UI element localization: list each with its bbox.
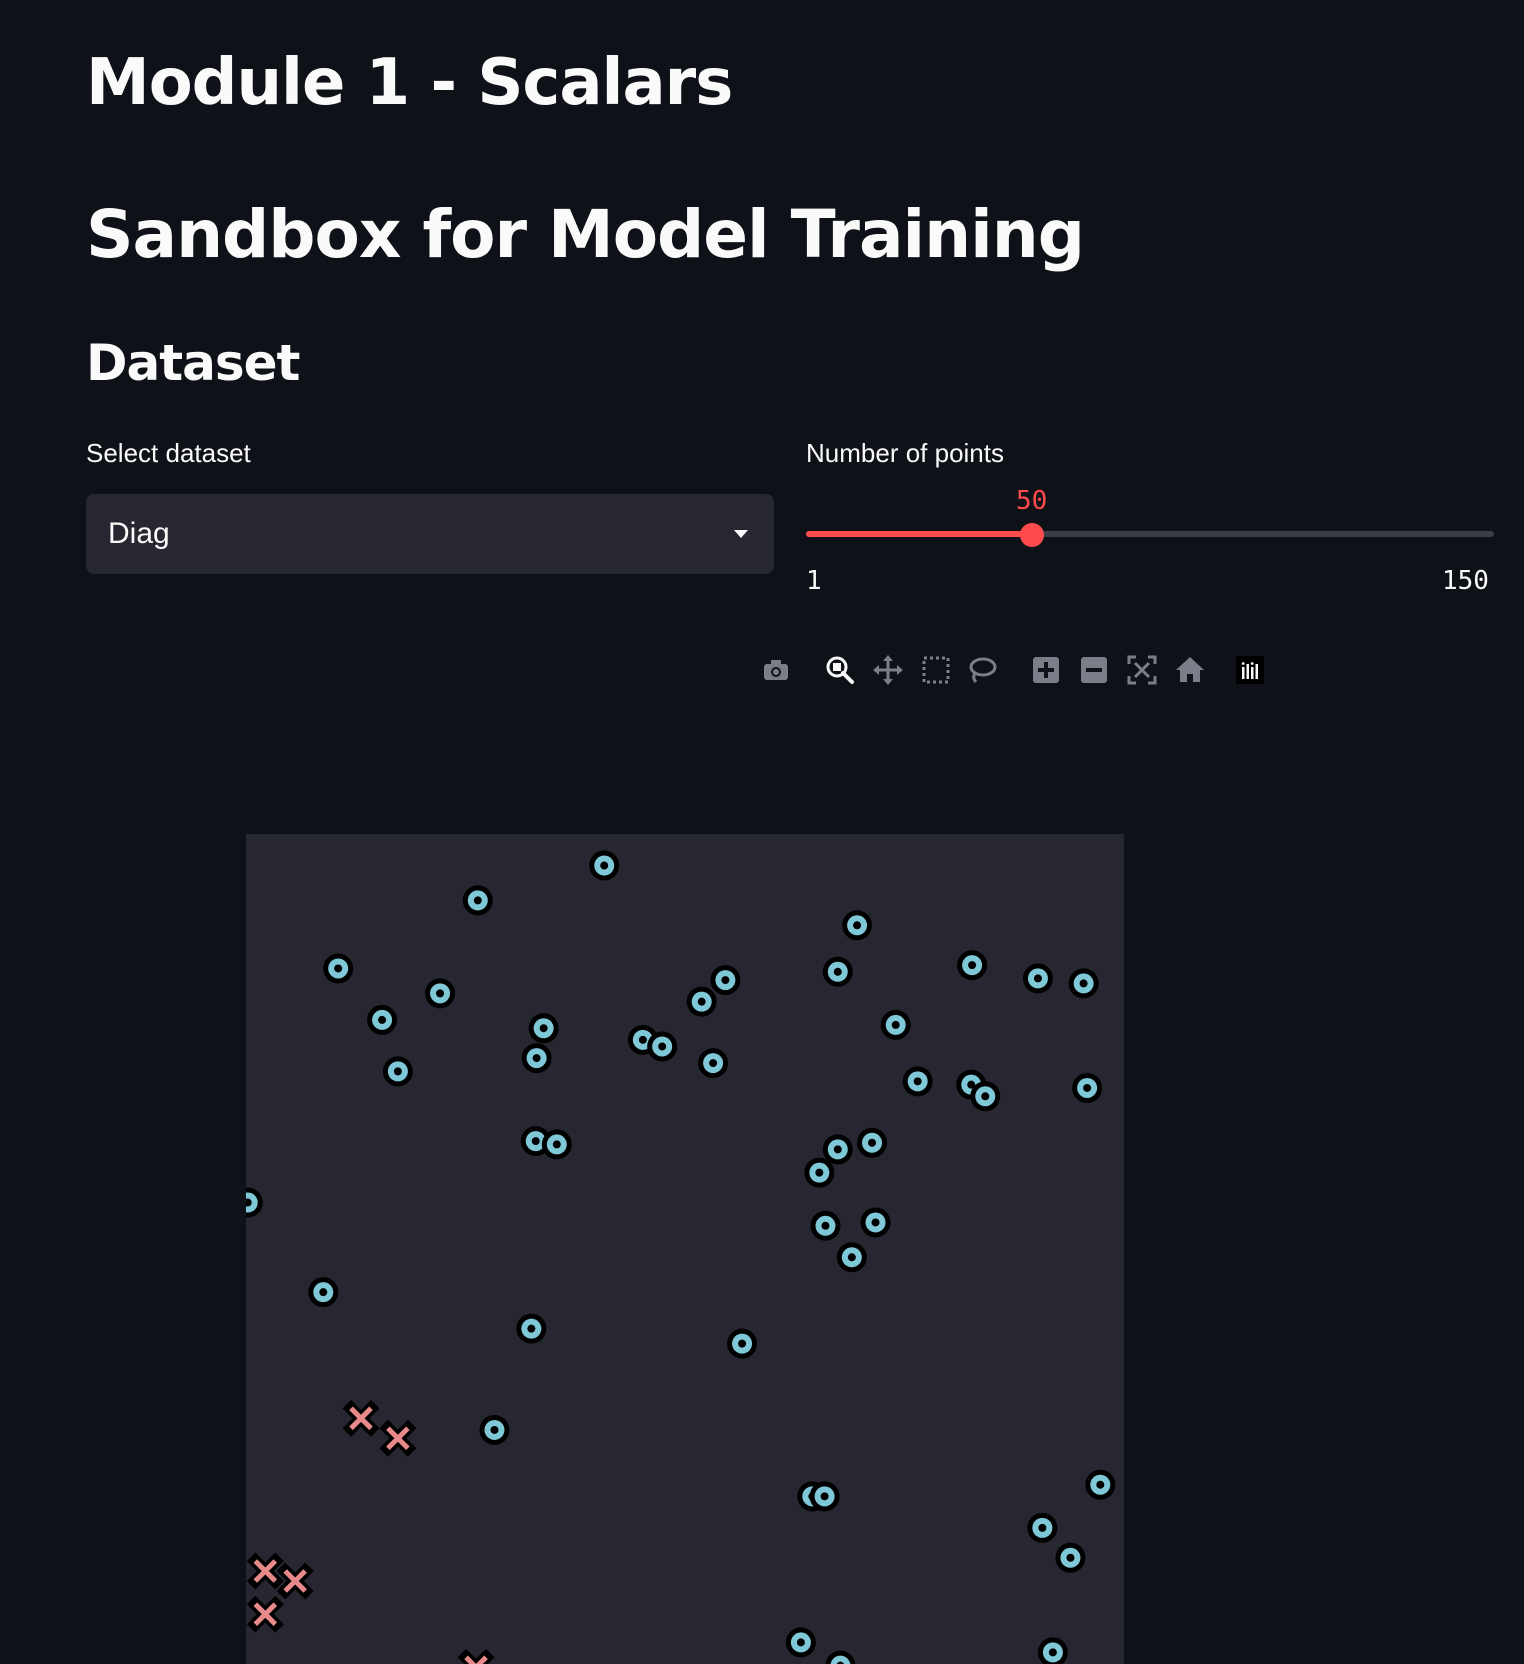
scatter-point-cross <box>276 1562 314 1600</box>
points-slider-fill <box>806 531 1033 537</box>
scatter-point-circle <box>822 1134 853 1165</box>
scatter-point-circle <box>822 956 853 987</box>
scatter-point-circle <box>842 910 873 941</box>
scatter-point-circle <box>970 1081 1001 1112</box>
scatter-point-cross <box>457 1648 495 1664</box>
reset-axes-icon[interactable] <box>1172 652 1208 688</box>
scatter-point-circle <box>367 1004 398 1035</box>
points-slider-min: 1 <box>806 566 822 596</box>
plotly-logo-icon[interactable] <box>1232 652 1268 688</box>
scatter-point-circle <box>1072 1072 1103 1103</box>
scatter-point-circle <box>246 1187 263 1218</box>
points-slider-value: 50 <box>1016 486 1048 516</box>
scatter-point-cross <box>379 1419 417 1457</box>
page-subtitle: Sandbox for Model Training <box>86 196 1085 273</box>
scatter-point-circle <box>686 986 717 1017</box>
scatter-point-circle <box>521 1043 552 1074</box>
scatter-plot-canvas <box>246 850 1116 1664</box>
scatter-plot[interactable] <box>246 834 1124 1664</box>
pan-icon[interactable] <box>870 652 906 688</box>
scatter-point-circle <box>647 1031 678 1062</box>
scatter-point-circle <box>809 1481 840 1512</box>
scatter-point-circle <box>1085 1469 1116 1500</box>
scatter-point-circle <box>528 1013 559 1044</box>
scatter-point-circle <box>589 850 620 881</box>
scatter-point-circle <box>836 1242 867 1273</box>
scatter-point-circle <box>902 1066 933 1097</box>
scatter-point-circle <box>479 1414 510 1445</box>
points-slider-max: 150 <box>1442 566 1489 596</box>
scatter-point-cross <box>246 1552 284 1590</box>
scatter-point-circle <box>382 1056 413 1087</box>
zoom-icon[interactable] <box>822 652 858 688</box>
scatter-point-circle <box>516 1313 547 1344</box>
points-slider-label: Number of points <box>806 438 1004 468</box>
scatter-point-circle <box>810 1210 841 1241</box>
scatter-point-circle <box>308 1277 339 1308</box>
scatter-point-circle <box>860 1207 891 1238</box>
scatter-point-circle <box>710 965 741 996</box>
scatter-point-circle <box>462 885 493 916</box>
scatter-point-cross <box>342 1399 380 1437</box>
scatter-point-circle <box>825 1650 856 1664</box>
scatter-point-circle <box>785 1627 816 1658</box>
dataset-select[interactable]: Diag <box>86 494 774 574</box>
scatter-point-circle <box>727 1328 758 1359</box>
points-slider-track[interactable] <box>806 531 1494 537</box>
scatter-point-circle <box>541 1129 572 1160</box>
scatter-point-circle <box>880 1009 911 1040</box>
scatter-point-circle <box>957 950 988 981</box>
zoom-in-icon[interactable] <box>1028 652 1064 688</box>
scatter-point-cross <box>246 1595 284 1633</box>
scatter-point-circle <box>1068 968 1099 999</box>
dataset-select-value: Diag <box>108 517 170 550</box>
scatter-point-circle <box>804 1157 835 1188</box>
page-title: Module 1 - Scalars <box>86 46 733 120</box>
camera-icon[interactable] <box>758 652 794 688</box>
scatter-point-circle <box>1022 963 1053 994</box>
section-heading: Dataset <box>86 334 300 392</box>
scatter-point-circle <box>323 953 354 984</box>
scatter-point-circle <box>1037 1637 1068 1664</box>
chevron-down-icon <box>734 530 748 538</box>
zoom-out-icon[interactable] <box>1076 652 1112 688</box>
autoscale-icon[interactable] <box>1124 652 1160 688</box>
dataset-select-label: Select dataset <box>86 438 251 468</box>
scatter-point-circle <box>1027 1512 1058 1543</box>
lasso-select-icon[interactable] <box>964 652 1000 688</box>
box-select-icon[interactable] <box>918 652 954 688</box>
scatter-point-circle <box>1055 1542 1086 1573</box>
scatter-point-circle <box>425 978 456 1009</box>
app-page: Module 1 - Scalars Sandbox for Model Tra… <box>0 0 1524 1664</box>
points-slider-thumb[interactable] <box>1020 523 1045 547</box>
scatter-point-circle <box>698 1048 729 1079</box>
scatter-point-circle <box>857 1127 888 1158</box>
